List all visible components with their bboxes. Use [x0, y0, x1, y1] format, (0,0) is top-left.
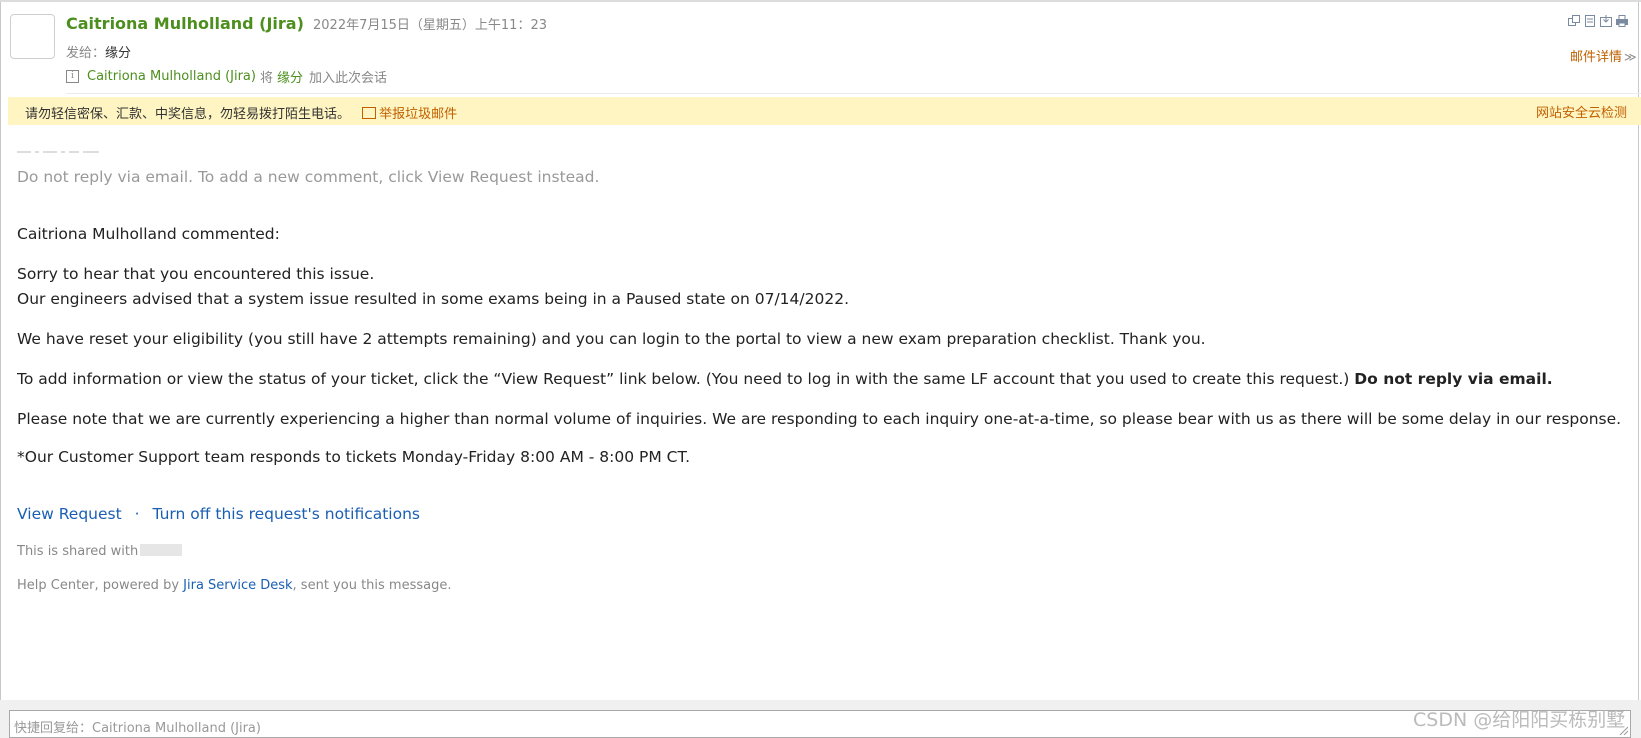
print-icon[interactable] [1616, 15, 1628, 27]
powered-by-line: Help Center, powered by Jira Service Des… [17, 578, 451, 593]
jira-service-desk-link[interactable]: Jira Service Desk [183, 578, 292, 593]
powered-suffix: , sent you this message. [292, 578, 452, 593]
view-request-link[interactable]: View Request [17, 505, 122, 523]
powered-prefix: Help Center, powered by [17, 578, 180, 593]
commented-line: Caitriona Mulholland commented: [17, 225, 280, 243]
chevron-down-icon: ≫ [1624, 50, 1637, 64]
report-spam-label: 举报垃圾邮件 [379, 107, 458, 122]
note-icon[interactable] [1584, 15, 1596, 27]
fraud-warning: 请勿轻信密保、汇款、中奖信息，勿轻易拨打陌生电话。 举报垃圾邮件 [25, 103, 457, 122]
sender-line: Caitriona Mulholland (Jira) 2022年7月15日（星… [66, 14, 547, 33]
paragraph-3: We have reset your eligibility (you stil… [17, 330, 1206, 348]
shared-line: This is shared with [17, 544, 183, 559]
mail-icon [362, 107, 377, 119]
to-label: 发给： [66, 46, 106, 61]
turn-off-notifications-link[interactable]: Turn off this request's notifications [152, 505, 420, 523]
paragraph-4: To add information or view the status of… [17, 370, 1553, 388]
to-name[interactable]: 缘分 [105, 46, 131, 61]
paragraph-4-text: To add information or view the status of… [17, 370, 1350, 388]
fraud-warning-text: 请勿轻信密保、汇款、中奖信息，勿轻易拨打陌生电话。 [25, 107, 351, 122]
sent-date: 2022年7月15日（星期五）上午11：23 [313, 18, 547, 33]
quick-reply-input[interactable]: 快捷回复给：Caitriona Mulholland (Jira) [9, 710, 1631, 738]
paragraph-1: Sorry to hear that you encountered this … [17, 265, 375, 283]
paragraph-4-bold: Do not reply via email. [1354, 370, 1553, 388]
anti-fraud-bar: 请勿轻信密保、汇款、中奖信息，勿轻易拨打陌生电话。 举报垃圾邮件 网站安全云检测 [8, 97, 1641, 125]
paragraph-5: Please note that we are currently experi… [17, 410, 1622, 428]
conversation-note: i Caitriona Mulholland (Jira) 将 缘分 加入此次会… [66, 67, 387, 86]
link-separator: · [134, 505, 140, 523]
conv-suffix: 加入此次会话 [309, 71, 388, 86]
request-links: View Request · Turn off this request's n… [17, 505, 420, 523]
mail-details-label: 邮件详情 [1570, 50, 1623, 65]
info-icon: i [66, 70, 79, 83]
toolbar-icons [1568, 15, 1628, 27]
conv-sender[interactable]: Caitriona Mulholland (Jira) [87, 69, 256, 84]
conv-name[interactable]: 缘分 [277, 67, 303, 86]
mail-header: Caitriona Mulholland (Jira) 2022年7月15日（星… [0, 0, 1641, 95]
sender-name[interactable]: Caitriona Mulholland (Jira) [66, 14, 304, 33]
watermark: CSDN @给阳阳买栋别墅 [1413, 709, 1626, 731]
shared-text: This is shared with [17, 544, 139, 559]
header-divider [66, 93, 1641, 94]
report-spam-link[interactable]: 举报垃圾邮件 [362, 107, 457, 122]
do-not-reply-note: Do not reply via email. To add a new com… [17, 168, 600, 186]
paragraph-2: Our engineers advised that a system issu… [17, 290, 849, 308]
redacted-block [140, 544, 183, 556]
recipient-line: 发给：缘分 [66, 42, 131, 61]
security-check-link[interactable]: 网站安全云检测 [1536, 102, 1627, 121]
quick-reply-placeholder: 快捷回复给：Caitriona Mulholland (Jira) [14, 721, 261, 736]
window-icon[interactable] [1568, 15, 1580, 27]
mail-details-link[interactable]: 邮件详情 ≫ [1570, 46, 1637, 65]
conv-middle: 将 [259, 71, 273, 86]
separator-line [17, 151, 99, 153]
paragraph-6: *Our Customer Support team responds to t… [17, 448, 691, 466]
avatar[interactable] [10, 14, 55, 59]
save-icon[interactable] [1600, 15, 1612, 27]
